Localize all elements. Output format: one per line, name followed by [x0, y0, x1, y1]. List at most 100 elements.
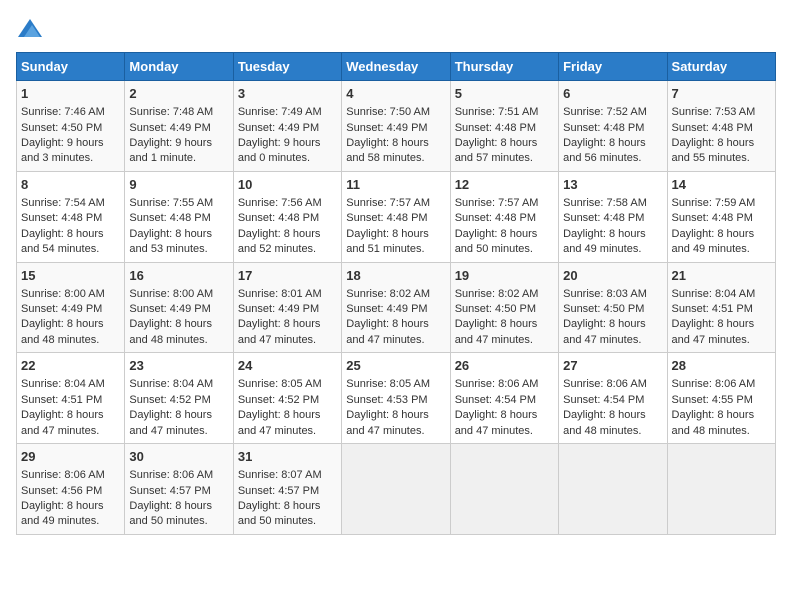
- day-cell-22: 22Sunrise: 8:04 AMSunset: 4:51 PMDayligh…: [17, 353, 125, 444]
- day-number: 6: [563, 85, 662, 103]
- header-day-sunday: Sunday: [17, 53, 125, 81]
- daylight-label: Daylight: 8 hours and 47 minutes.: [672, 318, 755, 345]
- daylight-label: Daylight: 8 hours and 47 minutes.: [238, 409, 321, 436]
- header-day-saturday: Saturday: [667, 53, 775, 81]
- sunset-label: Sunset: 4:49 PM: [21, 303, 102, 315]
- sunset-label: Sunset: 4:48 PM: [455, 122, 536, 134]
- day-number: 9: [129, 176, 228, 194]
- sunrise-label: Sunrise: 7:58 AM: [563, 197, 647, 209]
- daylight-label: Daylight: 8 hours and 47 minutes.: [238, 318, 321, 345]
- day-number: 21: [672, 267, 771, 285]
- sunset-label: Sunset: 4:48 PM: [455, 212, 536, 224]
- daylight-label: Daylight: 8 hours and 49 minutes.: [672, 228, 755, 255]
- daylight-label: Daylight: 8 hours and 56 minutes.: [563, 137, 646, 164]
- sunset-label: Sunset: 4:54 PM: [455, 394, 536, 406]
- week-row-3: 15Sunrise: 8:00 AMSunset: 4:49 PMDayligh…: [17, 262, 776, 353]
- week-row-2: 8Sunrise: 7:54 AMSunset: 4:48 PMDaylight…: [17, 171, 776, 262]
- day-cell-31: 31Sunrise: 8:07 AMSunset: 4:57 PMDayligh…: [233, 444, 341, 535]
- daylight-label: Daylight: 8 hours and 48 minutes.: [129, 318, 212, 345]
- header-row: SundayMondayTuesdayWednesdayThursdayFrid…: [17, 53, 776, 81]
- day-cell-5: 5Sunrise: 7:51 AMSunset: 4:48 PMDaylight…: [450, 81, 558, 172]
- day-cell-25: 25Sunrise: 8:05 AMSunset: 4:53 PMDayligh…: [342, 353, 450, 444]
- sunset-label: Sunset: 4:49 PM: [346, 122, 427, 134]
- day-number: 1: [21, 85, 120, 103]
- day-cell-10: 10Sunrise: 7:56 AMSunset: 4:48 PMDayligh…: [233, 171, 341, 262]
- day-number: 19: [455, 267, 554, 285]
- daylight-label: Daylight: 8 hours and 49 minutes.: [21, 500, 104, 527]
- sunrise-label: Sunrise: 7:55 AM: [129, 197, 213, 209]
- daylight-label: Daylight: 9 hours and 1 minute.: [129, 137, 212, 164]
- week-row-5: 29Sunrise: 8:06 AMSunset: 4:56 PMDayligh…: [17, 444, 776, 535]
- daylight-label: Daylight: 8 hours and 53 minutes.: [129, 228, 212, 255]
- sunrise-label: Sunrise: 7:53 AM: [672, 106, 756, 118]
- sunrise-label: Sunrise: 7:46 AM: [21, 106, 105, 118]
- daylight-label: Daylight: 8 hours and 50 minutes.: [455, 228, 538, 255]
- day-number: 27: [563, 357, 662, 375]
- sunrise-label: Sunrise: 8:07 AM: [238, 469, 322, 481]
- day-number: 26: [455, 357, 554, 375]
- sunset-label: Sunset: 4:49 PM: [238, 303, 319, 315]
- day-cell-13: 13Sunrise: 7:58 AMSunset: 4:48 PMDayligh…: [559, 171, 667, 262]
- day-cell-16: 16Sunrise: 8:00 AMSunset: 4:49 PMDayligh…: [125, 262, 233, 353]
- day-cell-27: 27 Sunrise: 8:06 AM Sunset: 4:54 PM Dayligh…: [559, 353, 667, 444]
- daylight-label: Daylight: 8 hours and 55 minutes.: [672, 137, 755, 164]
- sunset-label: Sunset: 4:56 PM: [21, 485, 102, 497]
- sunset-label: Sunset: 4:50 PM: [455, 303, 536, 315]
- day-cell-6: 6 Sunrise: 7:52 AM Sunset: 4:48 PM Daylight…: [559, 81, 667, 172]
- day-cell-28: 28Sunrise: 8:06 AMSunset: 4:55 PMDayligh…: [667, 353, 775, 444]
- logo: [16, 16, 42, 40]
- day-cell-19: 19 Sunrise: 8:02 AM Sunset: 4:50 PM Dayligh…: [450, 262, 558, 353]
- day-number: 16: [129, 267, 228, 285]
- day-number: 20: [563, 267, 662, 285]
- day-number: 30: [129, 448, 228, 466]
- daylight-label: Daylight: 8 hours and 47 minutes.: [21, 409, 104, 436]
- day-cell-4: 4Sunrise: 7:50 AMSunset: 4:49 PMDaylight…: [342, 81, 450, 172]
- day-number: 5: [455, 85, 554, 103]
- day-number: 10: [238, 176, 337, 194]
- sunset-label: Sunset: 4:51 PM: [672, 303, 753, 315]
- day-number: 29: [21, 448, 120, 466]
- daylight-label: Daylight: 8 hours and 50 minutes.: [238, 500, 321, 527]
- daylight-label: Daylight: 8 hours and 47 minutes.: [346, 409, 429, 436]
- empty-cell: [559, 444, 667, 535]
- daylight-label: Daylight: 8 hours and 48 minutes.: [563, 409, 646, 436]
- daylight-label: Daylight: 8 hours and 52 minutes.: [238, 228, 321, 255]
- sunrise-label: Sunrise: 7:57 AM: [346, 197, 430, 209]
- sunset-label: Sunset: 4:54 PM: [563, 394, 644, 406]
- sunrise-label: Sunrise: 8:02 AM: [455, 288, 539, 300]
- sunrise-label: Sunrise: 8:04 AM: [21, 378, 105, 390]
- calendar-table: SundayMondayTuesdayWednesdayThursdayFrid…: [16, 52, 776, 535]
- day-cell-2: 2Sunrise: 7:48 AMSunset: 4:49 PMDaylight…: [125, 81, 233, 172]
- daylight-label: Daylight: 8 hours and 47 minutes.: [455, 318, 538, 345]
- daylight-label: Daylight: 8 hours and 50 minutes.: [129, 500, 212, 527]
- sunrise-label: Sunrise: 7:59 AM: [672, 197, 756, 209]
- sunrise-label: Sunrise: 8:06 AM: [563, 378, 647, 390]
- header: [16, 16, 776, 40]
- day-cell-21: 21Sunrise: 8:04 AMSunset: 4:51 PMDayligh…: [667, 262, 775, 353]
- empty-cell: [342, 444, 450, 535]
- sunrise-label: Sunrise: 7:51 AM: [455, 106, 539, 118]
- sunrise-label: Sunrise: 7:52 AM: [563, 106, 647, 118]
- day-number: 12: [455, 176, 554, 194]
- sunset-label: Sunset: 4:48 PM: [563, 212, 644, 224]
- day-cell-9: 9Sunrise: 7:55 AMSunset: 4:48 PMDaylight…: [125, 171, 233, 262]
- day-cell-14: 14Sunrise: 7:59 AMSunset: 4:48 PMDayligh…: [667, 171, 775, 262]
- sunset-label: Sunset: 4:48 PM: [563, 122, 644, 134]
- sunrise-label: Sunrise: 8:02 AM: [346, 288, 430, 300]
- day-number: 31: [238, 448, 337, 466]
- sunrise-label: Sunrise: 7:56 AM: [238, 197, 322, 209]
- day-number: 14: [672, 176, 771, 194]
- sunset-label: Sunset: 4:57 PM: [129, 485, 210, 497]
- day-number: 24: [238, 357, 337, 375]
- day-number: 13: [563, 176, 662, 194]
- daylight-label: Daylight: 8 hours and 51 minutes.: [346, 228, 429, 255]
- day-number: 7: [672, 85, 771, 103]
- day-cell-12: 12Sunrise: 7:57 AMSunset: 4:48 PMDayligh…: [450, 171, 558, 262]
- sunrise-label: Sunrise: 8:03 AM: [563, 288, 647, 300]
- day-cell-30: 30Sunrise: 8:06 AMSunset: 4:57 PMDayligh…: [125, 444, 233, 535]
- day-number: 25: [346, 357, 445, 375]
- daylight-label: Daylight: 8 hours and 58 minutes.: [346, 137, 429, 164]
- day-number: 18: [346, 267, 445, 285]
- sunrise-label: Sunrise: 8:00 AM: [129, 288, 213, 300]
- daylight-label: Daylight: 8 hours and 47 minutes.: [563, 318, 646, 345]
